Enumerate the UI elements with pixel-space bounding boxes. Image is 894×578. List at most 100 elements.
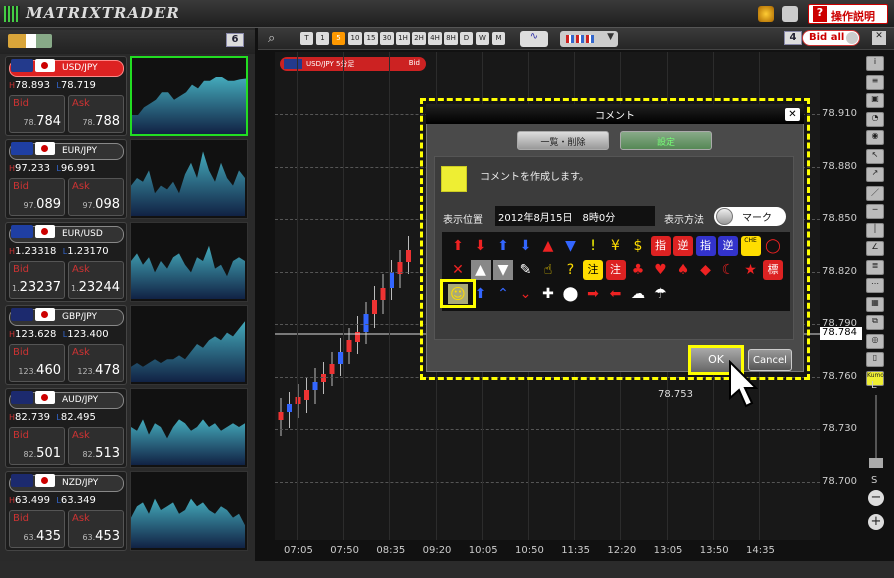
- mark-icon[interactable]: ▲: [538, 236, 558, 256]
- mark-icon[interactable]: 注: [583, 260, 603, 280]
- mark-icon[interactable]: ⬆: [448, 236, 468, 256]
- mark-icon[interactable]: ⬇: [471, 236, 491, 256]
- mark-icon[interactable]: ✎: [516, 260, 536, 280]
- mark-icon[interactable]: ★: [741, 260, 761, 280]
- timeframe-15[interactable]: 15: [364, 32, 378, 45]
- timeframe-10[interactable]: 10: [348, 32, 362, 45]
- bid-box[interactable]: Bid 1.23237: [9, 261, 65, 299]
- print-icon[interactable]: [782, 6, 798, 22]
- mark-icon[interactable]: ☾: [718, 260, 738, 280]
- pair-card[interactable]: GBP/JPY H123.628 L123.400 Bid 123.460 Ask 123…: [5, 305, 127, 385]
- mark-icon[interactable]: ♠: [673, 260, 693, 280]
- pair-card[interactable]: AUD/JPY H82.739 L82.495 Bid 82.501 Ask 82.513: [5, 388, 127, 468]
- method-toggle[interactable]: マーク: [714, 207, 786, 226]
- timeframe-w[interactable]: W: [476, 32, 489, 45]
- mark-icon[interactable]: ☁: [628, 284, 648, 304]
- ask-box[interactable]: Ask 78.788: [68, 95, 124, 133]
- pair-sparkline[interactable]: [130, 222, 248, 302]
- timeframe-m[interactable]: M: [492, 32, 505, 45]
- timeframe-1h[interactable]: 1H: [396, 32, 410, 45]
- ray-icon[interactable]: ↗: [866, 167, 884, 182]
- mark-icon[interactable]: 注: [605, 260, 626, 280]
- circle-icon[interactable]: ◎: [866, 333, 884, 349]
- folder-icon[interactable]: [8, 34, 52, 48]
- mark-icon[interactable]: ¥: [606, 236, 626, 256]
- ask-box[interactable]: Ask 123.478: [68, 344, 124, 382]
- vertical-line-icon[interactable]: │: [866, 222, 884, 238]
- zoom-in-icon[interactable]: +: [868, 514, 884, 530]
- mark-icon[interactable]: ▼: [561, 236, 581, 256]
- tab-list-delete[interactable]: 一覧・削除: [517, 131, 609, 150]
- timeframe-2h[interactable]: 2H: [412, 32, 426, 45]
- rectangle-icon[interactable]: ▯: [866, 352, 884, 367]
- pair-sparkline[interactable]: [130, 388, 248, 468]
- bid-box[interactable]: Bid 63.435: [9, 510, 65, 548]
- ask-box[interactable]: Ask 97.098: [68, 178, 124, 216]
- timeframe-d[interactable]: D: [460, 32, 473, 45]
- pair-card[interactable]: EUR/JPY H97.233 L96.991 Bid 97.089 Ask 97.098: [5, 139, 127, 219]
- chart-type-select[interactable]: ▼: [560, 31, 618, 47]
- mark-icon[interactable]: CHE: [740, 236, 761, 256]
- ask-box[interactable]: Ask 82.513: [68, 427, 124, 465]
- bid-box[interactable]: Bid 123.460: [9, 344, 65, 382]
- mark-icon[interactable]: ▲: [470, 260, 491, 280]
- timeframe-4h[interactable]: 4H: [428, 32, 442, 45]
- mark-icon[interactable]: ⬅: [606, 284, 626, 304]
- tab-settings[interactable]: 設定: [620, 131, 712, 150]
- mark-icon[interactable]: ♣: [628, 260, 648, 280]
- bid-box[interactable]: Bid 78.784: [9, 95, 65, 133]
- mark-icon[interactable]: 逆: [673, 236, 693, 256]
- mark-icon[interactable]: 指: [650, 236, 671, 256]
- mark-icon[interactable]: ⌄: [516, 284, 536, 304]
- channel-icon[interactable]: ≣: [866, 259, 884, 275]
- timeframe-1[interactable]: 1: [316, 32, 329, 45]
- info-icon[interactable]: i: [866, 56, 884, 71]
- zoom-out-icon[interactable]: −: [868, 490, 884, 506]
- angle-icon[interactable]: ∠: [866, 241, 884, 256]
- timeframe-5[interactable]: 5: [332, 32, 345, 45]
- pair-card[interactable]: EUR/USD H1.23318 L1.23170 Bid 1.23237 Ask 1.2…: [5, 222, 127, 302]
- mark-icon[interactable]: ✚: [538, 284, 558, 304]
- list-icon[interactable]: ≡: [866, 74, 884, 90]
- mark-icon[interactable]: ◯: [763, 236, 783, 256]
- zoom-slider[interactable]: [869, 458, 883, 468]
- pair-sparkline[interactable]: [130, 56, 248, 136]
- mark-icon[interactable]: 標: [763, 260, 783, 280]
- close-chart-icon[interactable]: ✕: [872, 31, 886, 45]
- mark-icon[interactable]: ☂: [651, 284, 671, 304]
- bid-box[interactable]: Bid 97.089: [9, 178, 65, 216]
- timeframe-8h[interactable]: 8H: [444, 32, 458, 45]
- timeframe-30[interactable]: 30: [380, 32, 394, 45]
- fibonacci-icon[interactable]: ⋯: [866, 278, 884, 293]
- line-chart-icon[interactable]: ∿: [520, 31, 548, 47]
- close-icon[interactable]: ✕: [785, 108, 800, 121]
- mark-icon[interactable]: ◆: [696, 260, 716, 280]
- mark-icon[interactable]: ☝: [538, 260, 558, 280]
- pair-card[interactable]: NZD/JPY H63.499 L63.349 Bid 63.435 Ask 63.453: [5, 471, 127, 551]
- trend-line-icon[interactable]: ／: [866, 185, 884, 201]
- horizontal-line-icon[interactable]: ─: [866, 204, 884, 219]
- position-field[interactable]: 2012年8月15日 8時0分: [495, 206, 655, 226]
- mark-icon[interactable]: 逆: [718, 236, 738, 256]
- mark-icon[interactable]: ▼: [493, 260, 513, 280]
- mark-icon[interactable]: ⬇: [516, 236, 536, 256]
- mark-icon[interactable]: $: [628, 236, 648, 256]
- grid-icon[interactable]: ▦: [866, 296, 884, 312]
- palette-icon[interactable]: [758, 6, 774, 22]
- mark-icon[interactable]: ♥: [651, 260, 671, 280]
- zoom-icon[interactable]: ⌕: [268, 31, 290, 47]
- help-button[interactable]: 操作説明: [808, 4, 888, 24]
- pair-sparkline[interactable]: [130, 305, 248, 385]
- mark-icon[interactable]: 指: [695, 236, 716, 256]
- ask-box[interactable]: Ask 63.453: [68, 510, 124, 548]
- bid-box[interactable]: Bid 82.501: [9, 427, 65, 465]
- mark-icon[interactable]: ?: [561, 260, 581, 280]
- timeframe-t[interactable]: T: [300, 32, 313, 45]
- mark-icon[interactable]: ⬆: [493, 236, 513, 256]
- pair-card[interactable]: USD/JPY H78.893 L78.719 Bid 78.784 Ask 78.788: [5, 56, 127, 136]
- target-icon[interactable]: ◉: [866, 130, 884, 145]
- ask-box[interactable]: Ask 1.23244: [68, 261, 124, 299]
- bell-icon[interactable]: ◔: [866, 111, 884, 127]
- mark-icon[interactable]: ✕: [448, 260, 468, 280]
- mark-icon[interactable]: ➡: [583, 284, 603, 304]
